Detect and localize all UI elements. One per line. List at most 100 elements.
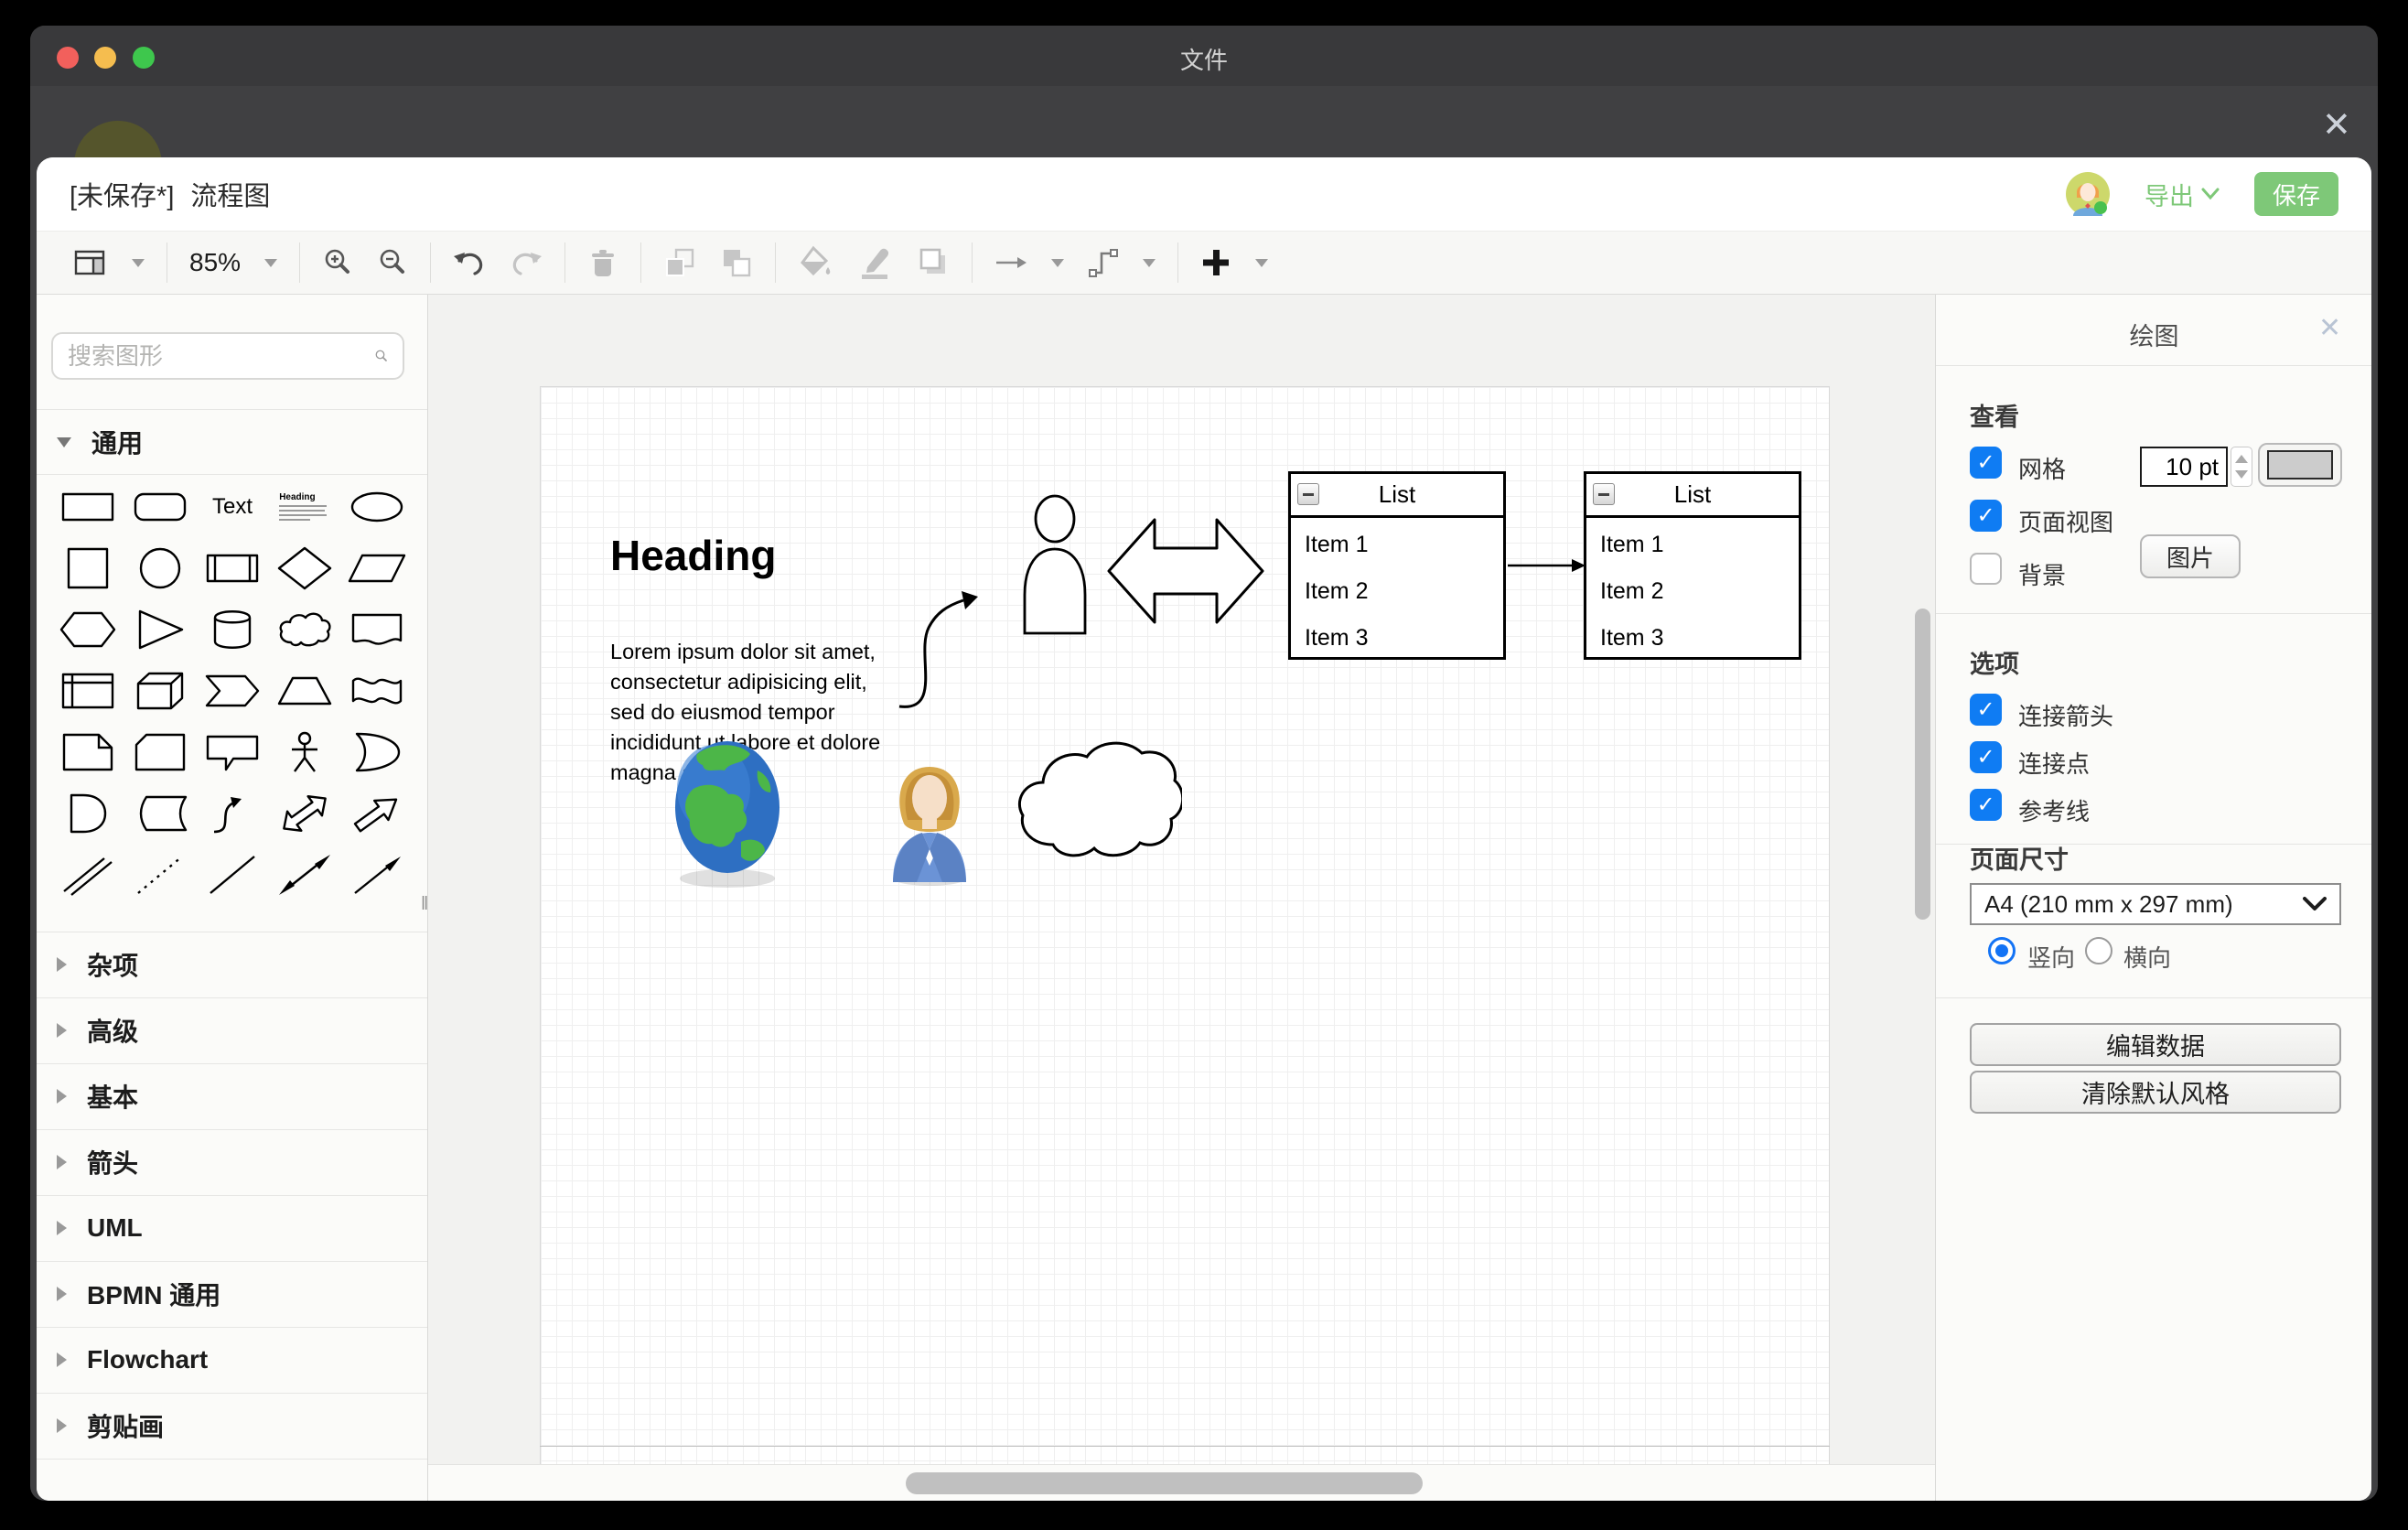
shape-tape-icon[interactable] [348,669,406,713]
shape-process-icon[interactable] [203,546,262,590]
shape-circle-icon[interactable] [131,546,189,590]
export-menu[interactable]: 导出 [2145,177,2220,212]
shape-callout-icon[interactable] [203,730,262,774]
canvas-globe-clipart[interactable] [670,734,785,891]
sidebar-section-misc[interactable]: 杂项 [37,932,428,997]
save-button[interactable]: 保存 [2254,172,2338,216]
search-icon[interactable] [374,342,388,370]
shape-internal-storage-icon[interactable] [59,669,117,713]
sidebar-section-general[interactable]: 通用 [37,410,428,474]
drawing-canvas[interactable]: Heading Lorem ipsum dolor sit amet, cons… [428,295,1935,1501]
shape-parallelogram-icon[interactable] [348,546,406,590]
shape-directional-connection-icon[interactable] [348,853,406,897]
list-item[interactable]: Item 1 [1586,522,1799,568]
delete-icon[interactable] [587,247,618,278]
sidebar-section-clipart[interactable]: 剪贴画 [37,1394,428,1458]
list-title-bar[interactable]: List [1291,474,1503,518]
user-avatar[interactable] [2066,172,2110,216]
canvas-person-shape[interactable] [1020,494,1090,636]
sidebar-section-arrows[interactable]: 箭头 [37,1130,428,1194]
shape-bidirectional-arrow-icon[interactable] [275,792,334,835]
canvas-woman-clipart[interactable] [886,747,973,886]
shape-cylinder-icon[interactable] [203,608,262,652]
shape-or-icon[interactable] [348,730,406,774]
stepper-up-icon[interactable] [2235,455,2248,463]
panel-close-icon[interactable]: ✕ [2318,315,2341,342]
canvas-horizontal-scrollbar[interactable] [906,1472,1423,1494]
shape-and-icon[interactable] [59,792,117,835]
zoom-out-icon[interactable] [377,247,408,278]
shape-data-storage-icon[interactable] [131,792,189,835]
shape-trapezoid-icon[interactable] [275,669,334,713]
portrait-radio[interactable] [1988,937,2016,964]
grid-size-stepper[interactable] [2231,447,2252,487]
to-front-icon[interactable] [663,246,696,279]
sidebar-section-uml[interactable]: UML [37,1196,428,1260]
shape-arrow-icon[interactable] [348,792,406,835]
background-image-button[interactable]: 图片 [2140,534,2241,578]
canvas-list-connector-arrow[interactable] [1508,555,1586,576]
shape-diamond-icon[interactable] [275,546,334,590]
shape-dashed-line-icon[interactable] [131,853,189,897]
shape-square-icon[interactable] [59,546,117,590]
canvas-heading-text[interactable]: Heading [610,531,776,580]
canvas-vertical-scrollbar[interactable] [1915,609,1930,920]
shape-ellipse-icon[interactable] [348,485,406,529]
overlay-close-icon[interactable]: ✕ [2322,108,2351,143]
search-input[interactable] [68,342,374,371]
shape-triangle-icon[interactable] [131,608,189,652]
page-view-checkbox[interactable]: ✓ [1970,500,2002,532]
insert-plus-caret[interactable] [1255,259,1268,267]
canvas-list-box-1[interactable]: List Item 1 Item 2 Item 3 [1288,471,1506,660]
shape-text-icon[interactable]: Text [212,494,253,520]
grid-size-input[interactable] [2140,447,2228,487]
list-item[interactable]: Item 3 [1291,615,1503,662]
shape-curve-icon[interactable] [203,792,262,835]
zoom-level-caret[interactable] [264,259,277,267]
connector-style-icon[interactable] [1088,246,1119,279]
connection-points-checkbox[interactable]: ✓ [1970,741,2002,773]
canvas-list-box-2[interactable]: List Item 1 Item 2 Item 3 [1584,471,1801,660]
shape-rounded-rectangle-icon[interactable] [131,485,189,529]
shape-hexagon-icon[interactable] [59,608,117,652]
page-size-select[interactable]: A4 (210 mm x 297 mm) [1970,883,2341,925]
list-item[interactable]: Item 2 [1291,568,1503,615]
redo-icon[interactable] [510,248,543,277]
shape-textbox-icon[interactable]: Heading [279,492,330,521]
shape-step-icon[interactable] [203,669,262,713]
shape-rectangle-icon[interactable] [59,485,117,529]
grid-checkbox[interactable]: ✓ [1970,447,2002,479]
canvas-double-arrow-shape[interactable] [1106,500,1265,642]
list-item[interactable]: Item 1 [1291,522,1503,568]
canvas-curve-connector[interactable] [890,569,985,716]
sidebar-section-bpmn[interactable]: BPMN 通用 [37,1262,428,1326]
shape-note-icon[interactable] [59,730,117,774]
landscape-radio[interactable] [2085,937,2112,964]
sidebar-section-flowchart[interactable]: Flowchart [37,1328,428,1392]
shape-cloud-icon[interactable] [275,608,334,652]
connection-arrow-icon[interactable] [994,247,1027,278]
shape-cube-icon[interactable] [131,669,189,713]
zoom-in-icon[interactable] [322,247,353,278]
sidebar-section-basic[interactable]: 基本 [37,1064,428,1128]
shadow-icon[interactable] [917,246,950,279]
fill-color-icon[interactable] [798,245,833,280]
shape-actor-icon[interactable] [275,730,334,774]
zoom-level-value[interactable]: 85% [189,248,241,277]
line-color-icon[interactable] [856,245,893,280]
undo-icon[interactable] [453,248,486,277]
canvas-cloud-shape[interactable] [1010,731,1182,867]
collapse-icon[interactable] [1297,483,1319,505]
list-item[interactable]: Item 2 [1586,568,1799,615]
connection-arrows-checkbox[interactable]: ✓ [1970,694,2002,726]
edit-data-button[interactable]: 编辑数据 [1970,1023,2341,1066]
grid-color-swatch[interactable] [2258,443,2342,487]
shape-link-icon[interactable] [59,853,117,897]
shape-bidirectional-connection-icon[interactable] [275,853,334,897]
collapse-icon[interactable] [1593,483,1615,505]
connector-style-caret[interactable] [1143,259,1156,267]
view-layout-caret[interactable] [132,259,145,267]
shape-card-icon[interactable] [131,730,189,774]
background-checkbox[interactable] [1970,553,2002,585]
view-layout-icon[interactable] [73,247,108,278]
